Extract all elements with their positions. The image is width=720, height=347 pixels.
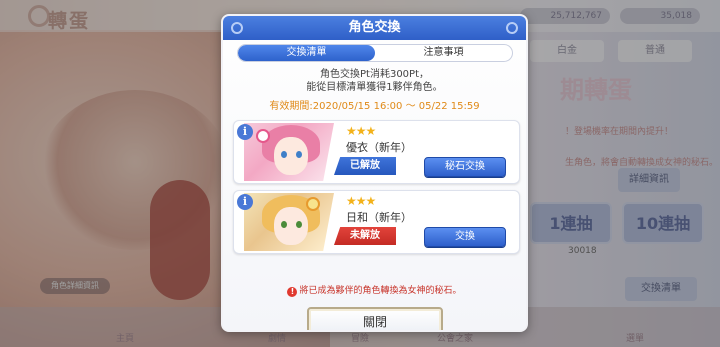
dialog-tabs: 交換清單 注意事項 [237, 44, 513, 62]
character-name: 優衣（新年） [346, 141, 412, 154]
status-badge-unreleased: 未解放 [334, 227, 396, 245]
valid-period: 有效期間:2020/05/15 16:00 ～ 05/22 15:59 [269, 101, 480, 112]
info-icon[interactable]: i [237, 124, 253, 140]
rarity-stars: ★★★ [346, 124, 376, 138]
character-portrait-yui [244, 123, 334, 181]
info-icon[interactable]: i [237, 194, 253, 210]
header-ornament-left-icon [231, 22, 243, 34]
character-card-yui: i ★★★ 優衣（新年） 已解放 秘石交換 [233, 120, 520, 184]
character-exchange-dialog: 角色交換 交換清單 注意事項 角色交換Pt消耗300Pt， 能從目標清單獲得1夥… [221, 14, 528, 332]
warning-text: 將已成為夥伴的角色轉換為女神的秘石。 [299, 286, 462, 296]
dialog-title: 角色交換 [348, 20, 401, 35]
secret-stone-exchange-button[interactable]: 秘石交換 [424, 157, 506, 177]
description-line-2: 能從目標清單獲得1夥伴角色。 [306, 82, 443, 93]
character-card-hiyori: i ★★★ 日和（新年） 未解放 交換 [233, 190, 520, 254]
status-badge-released: 已解放 [334, 157, 396, 175]
conversion-warning: ! 將已成為夥伴的角色轉換為女神的秘石。 [223, 283, 526, 297]
character-name: 日和（新年） [346, 211, 412, 224]
close-button[interactable]: 關閉 [307, 307, 443, 330]
tab-notes[interactable]: 注意事項 [375, 45, 512, 61]
character-portrait-hiyori [244, 193, 334, 251]
description-line-1: 角色交換Pt消耗300Pt， [320, 69, 429, 80]
dialog-body: 交換清單 注意事項 角色交換Pt消耗300Pt， 能從目標清單獲得1夥伴角色。 … [223, 40, 526, 330]
tab-exchange-list[interactable]: 交換清單 [238, 45, 375, 61]
exchange-description: 角色交換Pt消耗300Pt， 能從目標清單獲得1夥伴角色。 [223, 68, 526, 94]
exchange-button[interactable]: 交換 [424, 227, 506, 247]
warning-icon: ! [287, 287, 298, 297]
dialog-header: 角色交換 [223, 16, 526, 40]
rarity-stars: ★★★ [346, 194, 376, 208]
header-ornament-right-icon [506, 22, 518, 34]
